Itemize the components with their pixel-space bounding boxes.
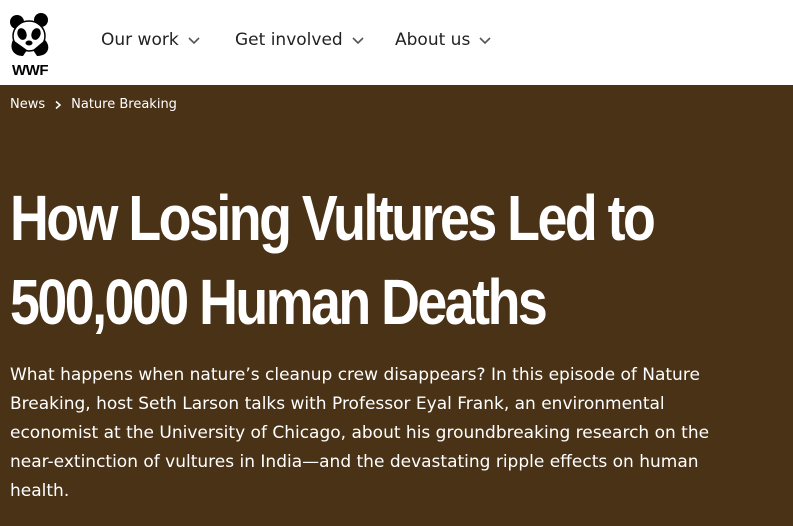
nav-item-get-involved[interactable]: Get involved	[235, 30, 365, 50]
panda-icon	[10, 13, 49, 56]
chevron-down-icon	[188, 37, 200, 45]
page-title-line-1: How Losing Vultures Led to	[10, 182, 656, 254]
nav-item-label: Our work	[101, 30, 179, 50]
nav-item-label: Get involved	[235, 30, 343, 50]
site-header: WWF Our work Get involved About us	[0, 0, 793, 85]
nav-item-about-us[interactable]: About us	[395, 30, 492, 50]
chevron-right-icon	[55, 100, 62, 109]
chevron-down-icon	[352, 37, 364, 45]
chevron-down-icon	[479, 37, 491, 45]
nav-item-label: About us	[395, 30, 471, 50]
nav-item-our-work[interactable]: Our work	[101, 30, 201, 50]
page-title: How Losing Vultures Led to 500,000 Human…	[10, 176, 665, 344]
breadcrumb-link-news[interactable]: News	[10, 97, 45, 112]
page-title-line-2: 500,000 Human Deaths	[10, 266, 548, 338]
breadcrumb: News Nature Breaking	[10, 97, 177, 112]
article-intro: What happens when nature’s cleanup crew …	[10, 365, 710, 501]
breadcrumb-link-nature-breaking[interactable]: Nature Breaking	[71, 97, 177, 112]
logo-text: WWF	[12, 62, 48, 79]
wwf-logo[interactable]: WWF	[7, 10, 55, 79]
